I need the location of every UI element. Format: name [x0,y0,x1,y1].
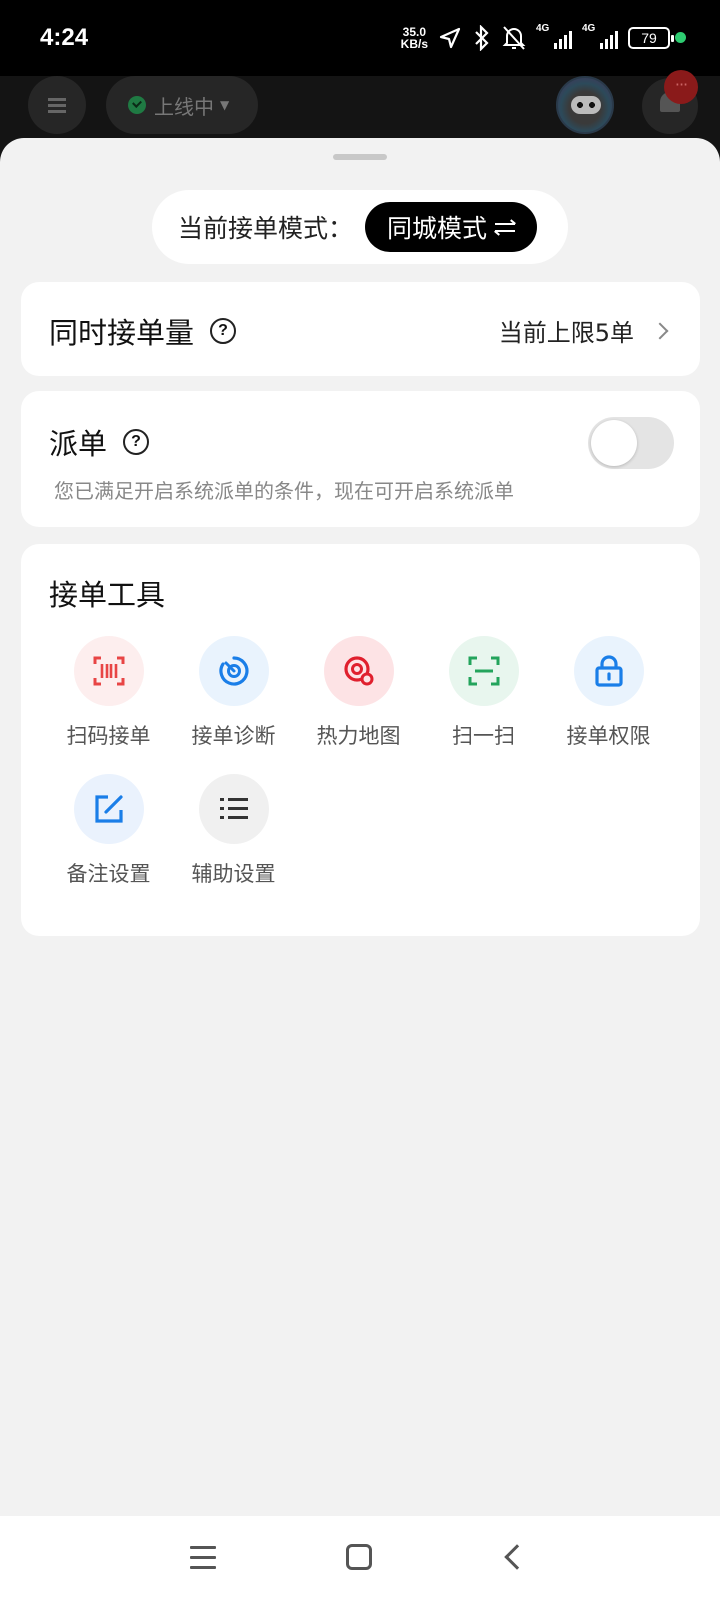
heatmap-pin-icon [343,656,373,686]
cellular-signal-1-icon: 4G [536,23,572,49]
cellular-signal-2-icon: 4G [582,23,618,49]
system-navigation-bar [0,1516,720,1600]
dispatch-toggle[interactable] [588,417,674,469]
concurrent-orders-limit: 当前上限5单 [498,313,669,348]
order-mode-bar: 当前接单模式： 同城模式 [152,190,568,264]
online-status-label: 上线中 [154,94,214,119]
tool-scan[interactable]: 扫一扫 [421,636,546,750]
tool-icon-bg [198,774,269,844]
dispatch-card: 派单 ? 您已满足开启系统派单的条件，现在可开启系统派单 [21,391,700,527]
tool-label: 接单权限 [566,724,651,748]
help-question-icon[interactable]: ? [210,318,237,344]
scan-frame-icon [468,656,499,686]
bluetooth-icon [475,25,489,51]
order-mode-label: 当前接单模式： [178,214,354,243]
order-tools-title: 接单工具 [49,578,166,612]
edit-note-icon [94,795,123,823]
lock-icon [594,655,623,687]
tool-scan-code-order[interactable]: 扫码接单 [46,636,171,750]
tool-label: 扫一扫 [452,724,515,748]
barcode-scan-icon [93,656,124,686]
signal-1-type: 4G [536,23,550,34]
tool-label: 备注设置 [66,862,151,886]
tool-label: 接单诊断 [191,724,276,748]
back-icon[interactable] [504,1544,530,1570]
swap-arrows-icon [494,218,516,236]
tool-icon-bg [73,636,144,706]
location-arrow-icon [439,27,461,49]
tool-remark-settings[interactable]: 备注设置 [46,774,171,888]
order-mode-value: 同城模式 [387,214,488,243]
tool-icon-bg [198,636,269,706]
robot-avatar[interactable] [556,76,614,134]
network-speed: 35.0 KB/s [401,26,428,50]
sheet-drag-handle[interactable] [333,154,387,160]
chevron-right-icon [651,322,669,339]
bell-muted-icon [502,26,526,50]
status-bar: 4:24 35.0 KB/s 4G 4G 79 [0,0,720,76]
concurrent-orders-value: 当前上限5单 [498,319,634,347]
toggle-knob [591,420,637,466]
dispatch-description: 您已满足开启系统派单的条件，现在可开启系统派单 [54,479,514,503]
online-status-dropdown[interactable]: 上线中 ▼ [106,76,258,134]
tool-icon-bg [73,774,144,844]
tool-assist-settings[interactable]: 辅助设置 [171,774,296,888]
home-icon[interactable] [346,1544,372,1570]
network-speed-unit: KB/s [400,37,428,51]
dispatch-title-group: 派单 ? [49,421,150,463]
recent-apps-icon[interactable] [190,1546,216,1570]
tool-label: 热力地图 [316,724,401,748]
battery-icon: 79 [628,27,674,49]
check-circle-icon [128,96,146,114]
tool-icon-bg [448,636,519,706]
order-mode-switch-button[interactable]: 同城模式 [365,202,538,252]
hamburger-icon [48,103,66,107]
tool-icon-bg [573,636,644,706]
tool-order-permission[interactable]: 接单权限 [546,636,671,750]
diagnosis-icon [218,656,249,686]
concurrent-orders-title-group: 同时接单量 ? [49,310,237,352]
status-time: 4:24 [40,24,89,51]
list-icon [219,798,248,819]
tool-label: 扫码接单 [66,724,151,748]
notification-badge: ··· [664,70,698,104]
order-settings-sheet: 当前接单模式： 同城模式 同时接单量 ? 当前上限5单 派单 ? 您已满足开启系… [0,138,720,1516]
caret-down-icon: ▼ [220,98,230,112]
help-question-icon[interactable]: ? [123,429,150,455]
tool-label: 辅助设置 [191,862,276,886]
menu-button[interactable] [28,76,86,134]
status-icons: 35.0 KB/s 4G 4G 79 [401,22,674,54]
privacy-indicator-dot [675,32,686,43]
signal-2-type: 4G [582,23,596,34]
order-tools-card: 接单工具 扫码接单 接单诊断 热力地图 扫一扫 接单权限 备注设置 辅助设置 [21,544,700,936]
tool-icon-bg [323,636,394,706]
tool-heat-map[interactable]: 热力地图 [296,636,421,750]
tool-order-diagnosis[interactable]: 接单诊断 [171,636,296,750]
concurrent-orders-title: 同时接单量 [49,316,195,350]
dispatch-title: 派单 [49,427,108,461]
concurrent-orders-row[interactable]: 同时接单量 ? 当前上限5单 [21,282,700,376]
